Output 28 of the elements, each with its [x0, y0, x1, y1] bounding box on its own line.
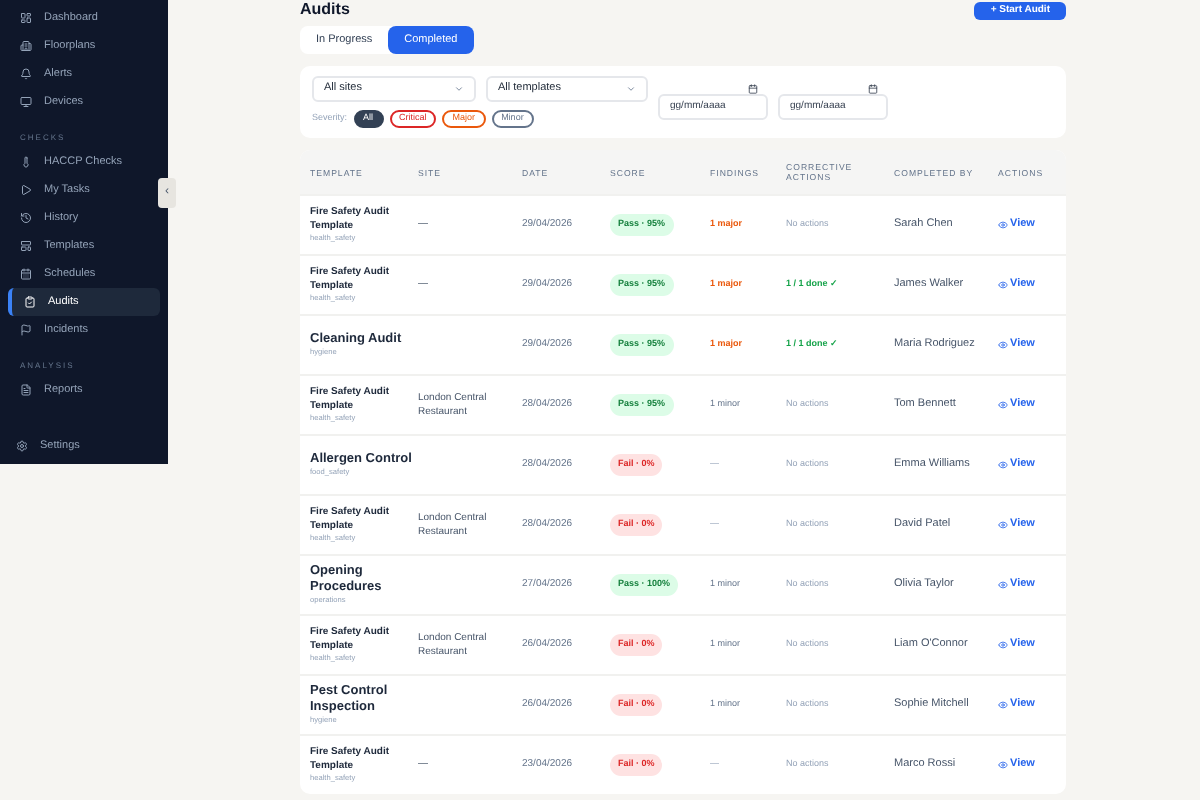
page-title: Audits — [300, 0, 350, 20]
chevron-icon — [454, 84, 464, 94]
eye-icon — [998, 700, 1008, 710]
clipboard-icon — [24, 296, 36, 308]
history-icon — [20, 212, 32, 224]
eye-icon — [998, 460, 1008, 470]
thermometer-icon — [20, 156, 32, 168]
eye-icon — [998, 760, 1008, 770]
eye-icon — [998, 340, 1008, 350]
dashboard-icon — [20, 12, 32, 24]
eye-icon — [998, 400, 1008, 410]
flag-icon — [20, 324, 32, 336]
eye-icon — [998, 580, 1008, 590]
document-icon — [20, 384, 32, 396]
template-icon — [20, 240, 32, 252]
bell-icon — [20, 68, 32, 80]
calendar-icon — [868, 84, 878, 94]
eye-icon — [998, 280, 1008, 290]
calendar-icon — [20, 268, 32, 280]
building-icon — [20, 40, 32, 52]
settings-icon — [16, 440, 28, 452]
eye-icon — [998, 220, 1008, 230]
calendar-icon — [748, 84, 758, 94]
chevron-icon — [626, 84, 636, 94]
monitor-icon — [20, 96, 32, 108]
eye-icon — [998, 640, 1008, 650]
eye-icon — [998, 520, 1008, 530]
play-icon — [20, 184, 32, 196]
